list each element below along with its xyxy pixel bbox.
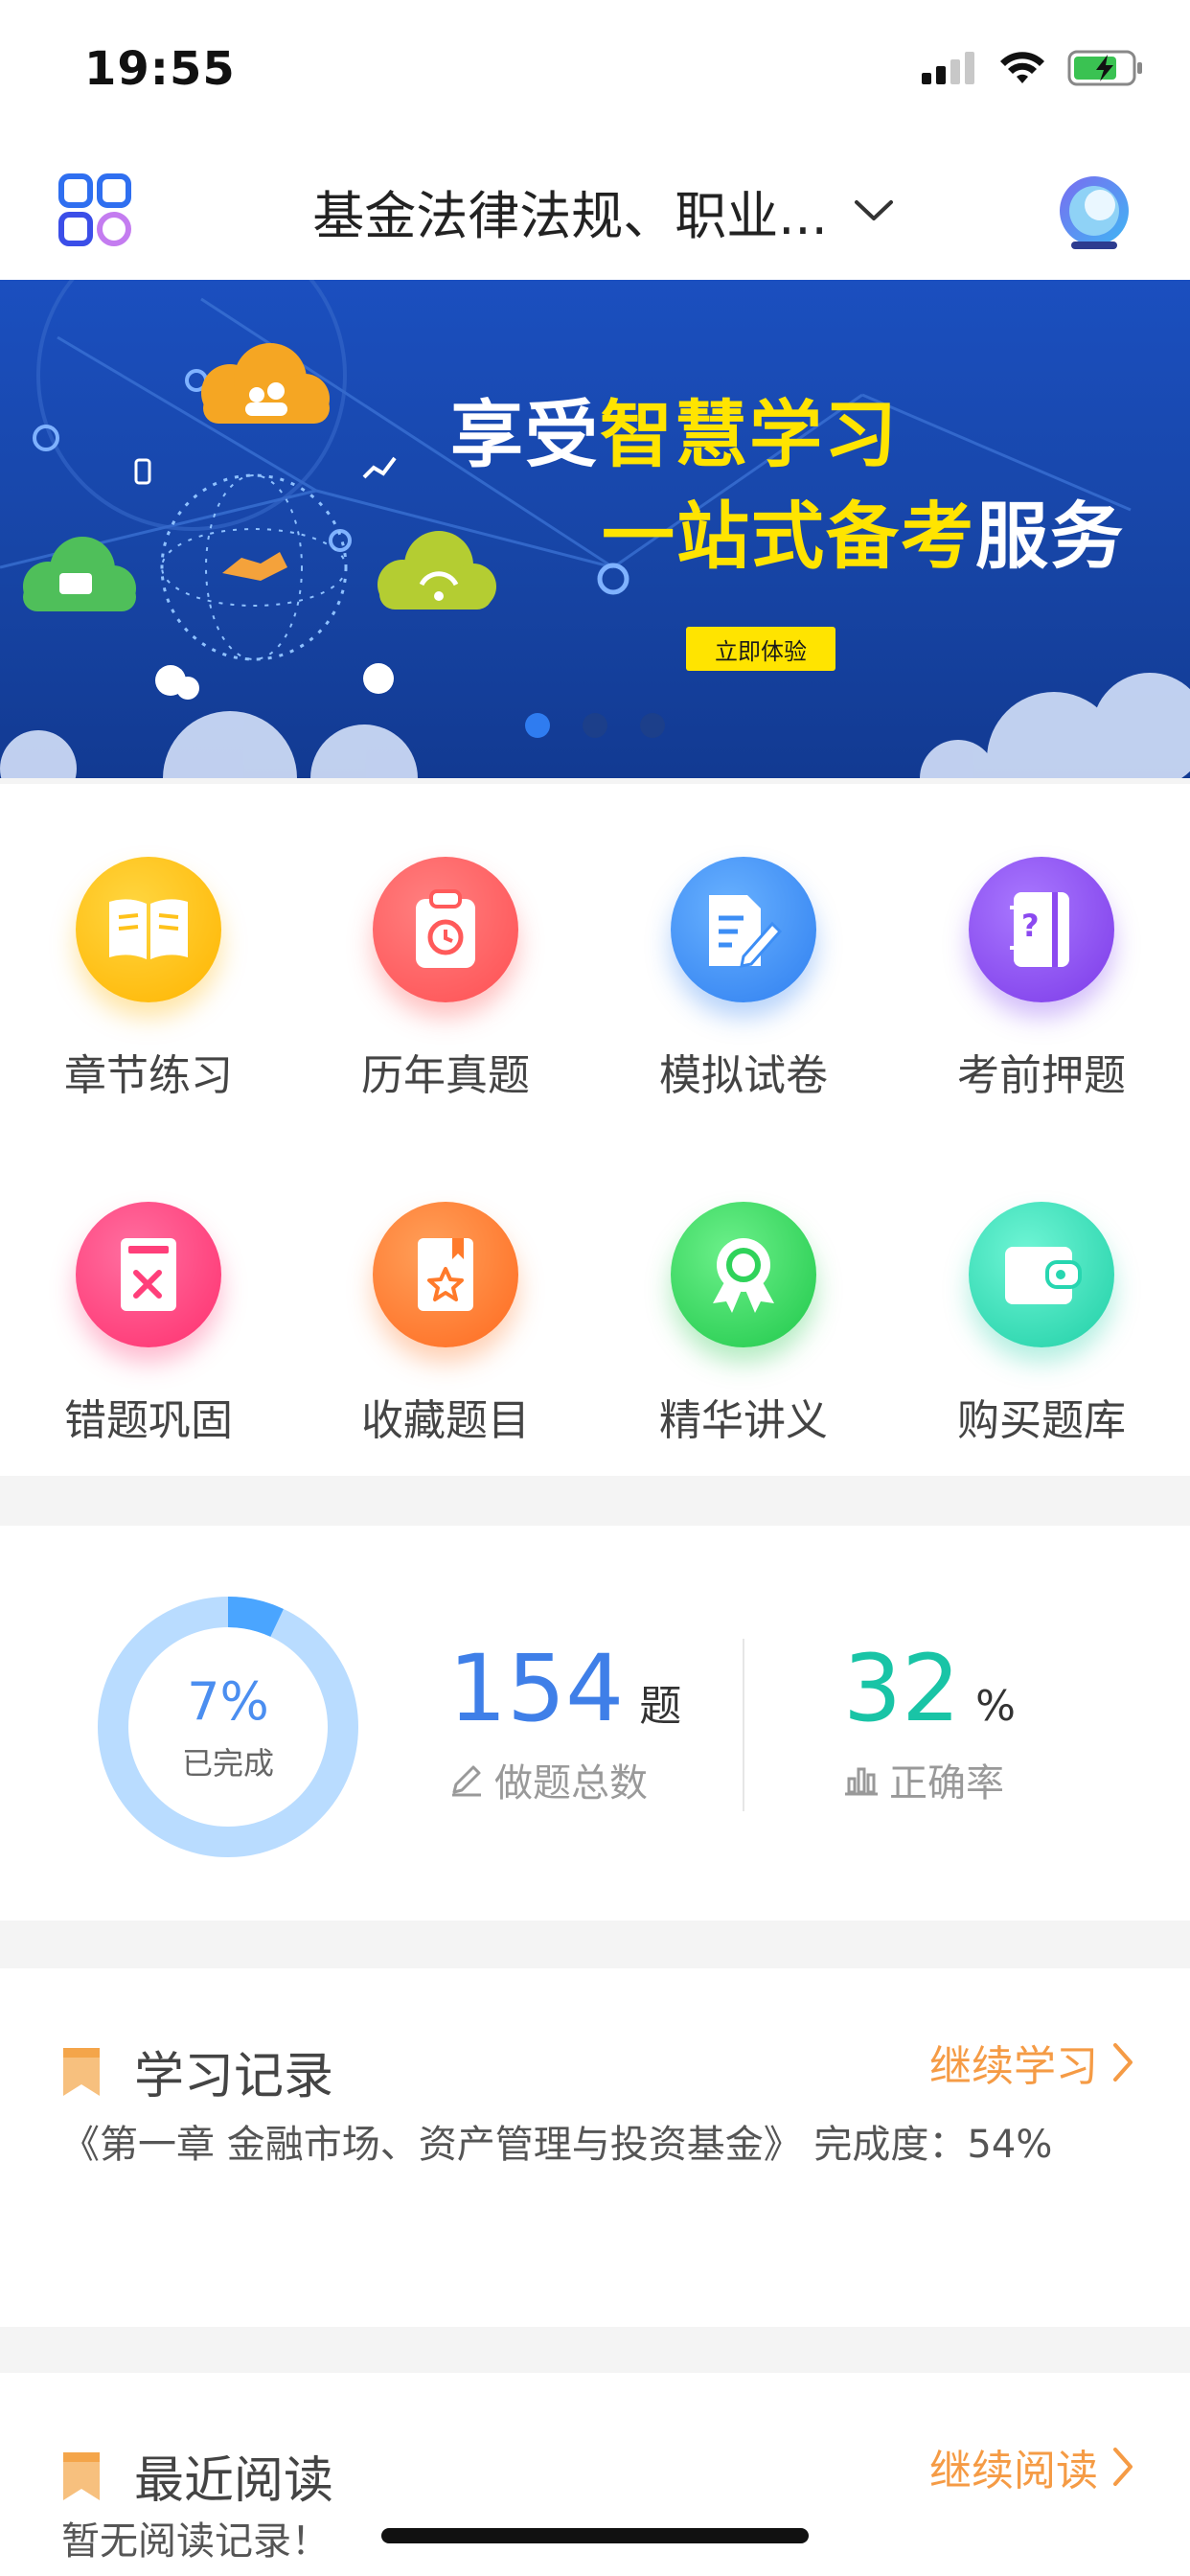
stat-divider (743, 1639, 744, 1811)
book-icon (76, 857, 221, 1002)
feature-buy-question-bank[interactable]: 购买题库 (893, 1202, 1190, 1489)
carousel-dots (525, 713, 665, 738)
chevron-right-icon (1113, 2448, 1133, 2486)
clipboard-clock-icon (373, 857, 518, 1002)
feature-label: 历年真题 (361, 1051, 530, 1100)
medal-icon (671, 1202, 816, 1347)
assistant-avatar-icon[interactable] (1056, 172, 1133, 251)
home-indicator[interactable] (381, 2528, 809, 2543)
svg-text:?: ? (1021, 908, 1040, 944)
banner-line2-highlight: 一站式备考 (602, 494, 975, 579)
carousel-dot[interactable] (640, 713, 665, 738)
wifi-icon (1000, 52, 1044, 83)
feature-past-exams[interactable]: 历年真题 (297, 857, 594, 1144)
accuracy-unit: % (975, 1682, 1016, 1731)
chevron-down-icon (854, 200, 893, 220)
banner-headline-1: 享受智慧学习 (450, 376, 899, 481)
carousel-dot[interactable] (525, 713, 550, 738)
recent-reading-header: 最近阅读 (61, 2440, 333, 2512)
accuracy-value: 32 (843, 1635, 961, 1742)
feature-label: 精华讲义 (659, 1396, 828, 1445)
status-bar: 19:55 (0, 0, 1190, 144)
feature-mock-exam[interactable]: 模拟试卷 (595, 857, 892, 1144)
promo-banner[interactable]: 享受智慧学习 一站式备考服务 立即体验 (0, 280, 1190, 778)
feature-label: 章节练习 (64, 1051, 233, 1100)
stats-panel: 7% 已完成 154 题 做题总数 32 % 正确率 (0, 1526, 1190, 1920)
feature-label: 考前押题 (957, 1051, 1126, 1100)
feature-chapter-practice[interactable]: 章节练习 (0, 857, 297, 1144)
pencil-icon (452, 1765, 481, 1797)
accuracy-label: 正确率 (889, 1761, 1004, 1806)
bar-chart-icon (845, 1767, 878, 1796)
continue-study-link[interactable]: 继续学习 (929, 2032, 1134, 2093)
feature-grid: 章节练习 历年真题 模拟试卷 ? 考前押题 错题巩固 收藏题目 精华讲义 购买题… (0, 784, 1190, 1476)
feature-lecture-notes[interactable]: 精华讲义 (595, 1202, 892, 1489)
status-icons (922, 50, 1144, 86)
carousel-dot[interactable] (583, 713, 607, 738)
document-pencil-icon (671, 857, 816, 1002)
total-questions-unit: 题 (639, 1682, 682, 1731)
feature-wrong-questions[interactable]: 错题巩固 (0, 1202, 297, 1489)
banner-line1-plain: 享受 (450, 392, 600, 477)
apps-grid-icon[interactable] (57, 172, 134, 249)
banner-headline-2: 一站式备考服务 (602, 477, 1125, 583)
feature-label: 错题巩固 (64, 1396, 233, 1445)
study-record-header: 学习记录 (61, 2036, 333, 2107)
try-now-button[interactable]: 立即体验 (686, 627, 835, 671)
feature-label: 收藏题目 (361, 1396, 530, 1445)
status-time: 19:55 (84, 42, 236, 96)
wrong-book-icon (76, 1202, 221, 1347)
bookmark-icon (63, 2047, 100, 2096)
notebook-question-icon: ? (969, 857, 1114, 1002)
study-record-detail: 《第一章 金融市场、资产管理与投资基金》 完成度：54% (61, 2123, 1053, 2167)
total-questions-label: 做题总数 (494, 1761, 648, 1806)
banner-line1-highlight: 智慧学习 (600, 392, 899, 477)
continue-study-label: 继续学习 (929, 2042, 1098, 2091)
continue-reading-label: 继续阅读 (929, 2447, 1098, 2496)
progress-ring-label: 7% 已完成 (92, 1591, 364, 1863)
bookmark-icon (63, 2451, 100, 2500)
battery-charging-icon (1067, 50, 1142, 86)
wallet-icon (969, 1202, 1114, 1347)
progress-caption: 已完成 (181, 1744, 274, 1782)
feature-favorites[interactable]: 收藏题目 (297, 1202, 594, 1489)
feature-predicted-questions[interactable]: ? 考前押题 (893, 857, 1190, 1144)
header: 基金法律法规、职业... (0, 144, 1190, 280)
total-questions-stat: 154 题 做题总数 (448, 1643, 681, 1807)
star-bookmark-icon (373, 1202, 518, 1347)
study-record-title: 学习记录 (134, 2048, 334, 2105)
chevron-right-icon (1113, 2043, 1133, 2082)
progress-percent: 7% (187, 1670, 269, 1732)
banner-line2-plain: 服务 (975, 494, 1125, 579)
header-title: 基金法律法规、职业... (312, 185, 828, 246)
study-record-section: 学习记录 继续学习 《第一章 金融市场、资产管理与投资基金》 完成度：54% (0, 1968, 1190, 2327)
subject-selector[interactable]: 基金法律法规、职业... (287, 172, 920, 249)
accuracy-stat: 32 % 正确率 (843, 1643, 1016, 1807)
feature-label: 模拟试卷 (659, 1051, 828, 1100)
total-questions-value: 154 (448, 1635, 625, 1742)
cellular-signal-icon (922, 52, 974, 84)
recent-reading-section: 最近阅读 继续阅读 暂无阅读记录！ (0, 2373, 1190, 2576)
recent-reading-title: 最近阅读 (134, 2452, 334, 2510)
feature-label: 购买题库 (957, 1396, 1126, 1445)
continue-reading-link[interactable]: 继续阅读 (929, 2436, 1134, 2497)
